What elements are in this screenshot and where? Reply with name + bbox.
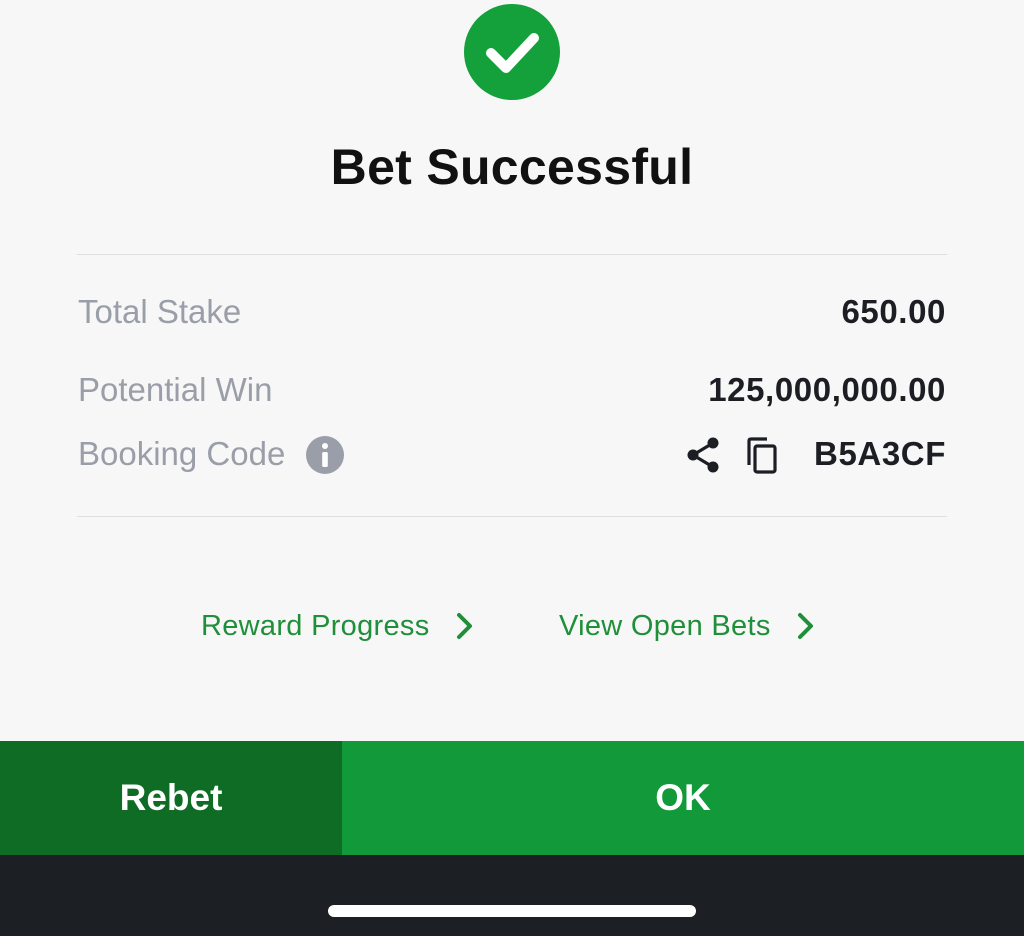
rebet-button-label: Rebet — [119, 777, 223, 818]
chevron-right-icon — [797, 613, 813, 639]
potential-win-value: 125,000,000.00 — [708, 371, 946, 408]
checkmark-circle-icon — [464, 4, 560, 100]
reward-progress-link[interactable]: Reward Progress — [201, 608, 476, 644]
potential-win-label: Potential Win — [78, 371, 273, 408]
share-icon[interactable] — [684, 436, 722, 474]
system-home-bar — [0, 855, 1024, 936]
view-open-bets-link[interactable]: View Open Bets — [559, 608, 817, 644]
divider-bottom — [77, 516, 947, 517]
copy-icon[interactable] — [743, 437, 779, 475]
booking-code-value[interactable]: B5A3CF — [814, 434, 946, 474]
view-open-bets-label: View Open Bets — [559, 610, 771, 642]
divider-top — [77, 254, 947, 255]
info-icon[interactable] — [305, 435, 345, 475]
rebet-button[interactable]: Rebet — [0, 741, 342, 855]
ok-button-label: OK — [655, 777, 711, 818]
ok-button[interactable]: OK — [342, 741, 1024, 855]
home-indicator[interactable] — [328, 905, 696, 917]
reward-progress-label: Reward Progress — [201, 610, 430, 642]
total-stake-label: Total Stake — [78, 293, 242, 330]
page-title: Bet Successful — [330, 139, 694, 195]
total-stake-value: 650.00 — [841, 293, 946, 330]
chevron-right-icon — [456, 613, 472, 639]
booking-code-label: Booking Code — [78, 435, 286, 472]
